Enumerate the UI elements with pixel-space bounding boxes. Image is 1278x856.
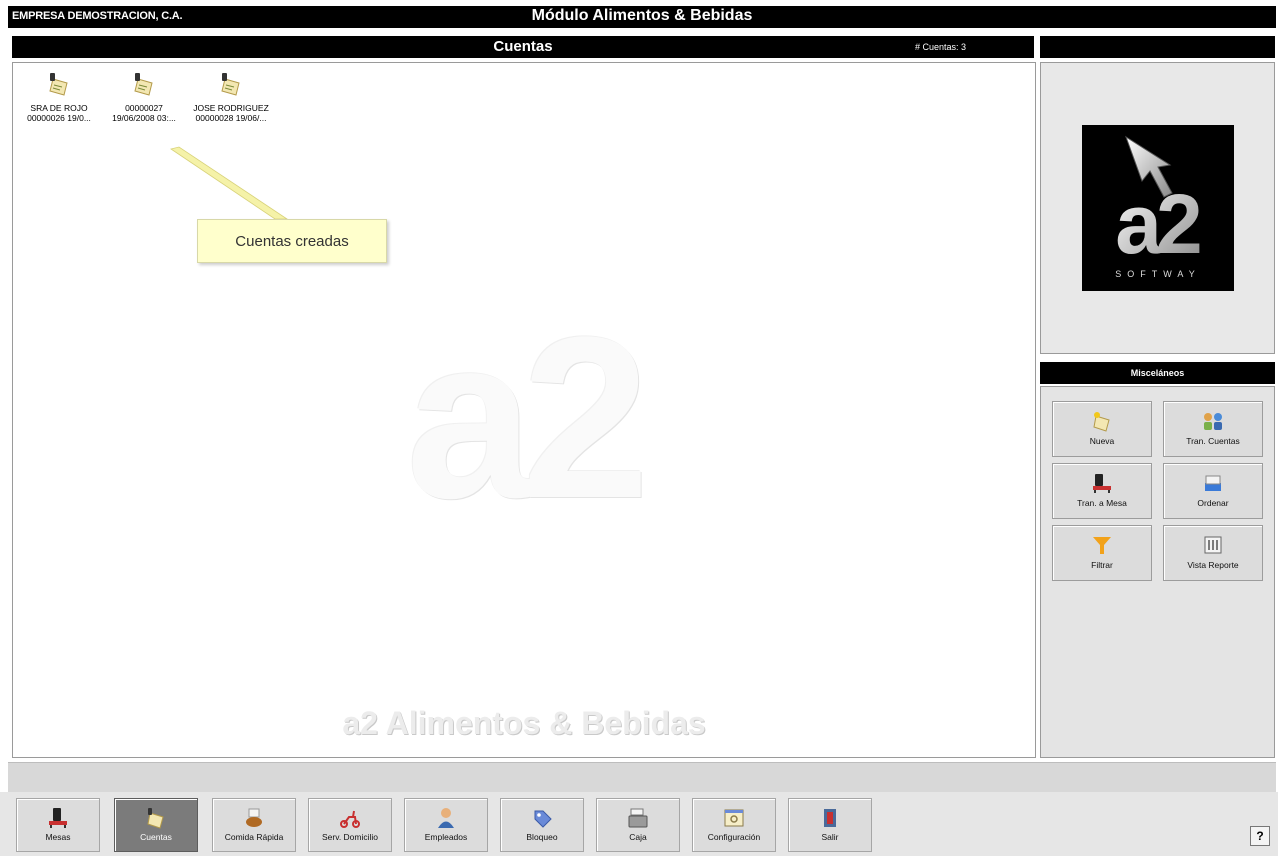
account-name: JOSE RODRIGUEZ — [193, 103, 269, 113]
toolbar-button-comida-rapida[interactable]: Comida Rápida — [212, 798, 296, 852]
toolbar-label: Cuentas — [140, 832, 172, 842]
accounts-panel: a2 a2 Alimentos & Bebidas SRA DE ROJO 00… — [12, 62, 1036, 758]
logo-brand: a2 — [1115, 177, 1200, 271]
transfer-table-icon — [1093, 474, 1111, 493]
sort-icon — [1205, 475, 1221, 491]
account-detail: 00000026 19/0... — [27, 113, 91, 123]
account-icon — [221, 73, 240, 96]
logo-graphic: a2 SOFTWAY — [1115, 135, 1206, 279]
account-icon — [49, 73, 68, 96]
cash-register-icon — [628, 808, 648, 828]
account-name: SRA DE ROJO — [30, 103, 88, 113]
transfer-table-label: Tran. a Mesa — [1077, 498, 1127, 508]
toolbar-button-configuracion[interactable]: Configuración — [692, 798, 776, 852]
toolbar-button-caja[interactable]: Caja — [596, 798, 680, 852]
lock-tag-icon — [534, 810, 552, 828]
toolbar-button-bloqueo[interactable]: Bloqueo — [500, 798, 584, 852]
module-title: Módulo Alimentos & Bebidas — [531, 7, 753, 24]
section-title: Cuentas — [493, 38, 553, 55]
toolbar-label: Empleados — [424, 832, 468, 842]
account-item[interactable]: JOSE RODRIGUEZ 00000028 19/06/... — [191, 71, 271, 123]
accounts-count: # Cuentas: 3 — [914, 42, 966, 52]
status-strip — [8, 762, 1276, 792]
fast-food-icon — [246, 808, 262, 827]
toolbar-button-cuentas[interactable]: Cuentas — [114, 798, 198, 852]
account-detail: 19/06/2008 03:... — [112, 113, 176, 123]
accounts-header: Cuentas # Cuentas: 3 — [12, 36, 1034, 58]
watermark-logo: a2 — [406, 289, 650, 546]
help-button[interactable]: ? — [1250, 826, 1270, 846]
watermark-product-name: a2 Alimentos & Bebidas — [342, 705, 706, 741]
new-account-icon — [1093, 412, 1110, 432]
transfer-accounts-icon — [1204, 413, 1222, 430]
account-detail: 00000028 19/06/... — [195, 113, 267, 123]
settings-icon — [724, 809, 744, 827]
toolbar-button-empleados[interactable]: Empleados — [404, 798, 488, 852]
logo-tagline: SOFTWAY — [1115, 269, 1201, 279]
filter-icon — [1093, 537, 1111, 554]
sort-button[interactable]: Ordenar — [1163, 463, 1263, 519]
employees-icon — [438, 808, 454, 828]
toolbar-button-mesas[interactable]: Mesas — [16, 798, 100, 852]
account-item[interactable]: 00000027 19/06/2008 03:... — [104, 71, 184, 123]
toolbar-label: Configuración — [707, 832, 761, 842]
toolbar-label: Caja — [629, 832, 647, 842]
toolbar-label: Mesas — [45, 832, 71, 842]
transfer-accounts-label: Tran. Cuentas — [1186, 436, 1240, 446]
title-bar: EMPRESA DEMOSTRACION, C.A. Módulo Alimen… — [8, 6, 1276, 28]
transfer-table-button[interactable]: Tran. a Mesa — [1052, 463, 1152, 519]
filter-label: Filtrar — [1091, 560, 1113, 570]
report-view-icon — [1204, 536, 1222, 554]
account-item[interactable]: SRA DE ROJO 00000026 19/0... — [19, 71, 99, 123]
callout-text: Cuentas creadas — [235, 233, 349, 250]
report-view-button[interactable]: Vista Reporte — [1163, 525, 1263, 581]
account-name: 00000027 — [125, 103, 163, 113]
bottom-toolbar: Mesas Cuentas Comida Rápida Serv. Domici… — [0, 792, 1278, 856]
misc-header: Misceláneos — [1040, 362, 1275, 384]
misc-panel: Nueva Tran. Cuentas Tran. a Mesa Ordenar — [1040, 386, 1275, 758]
exit-door-icon — [824, 809, 836, 827]
account-icon — [134, 73, 153, 96]
tables-icon — [49, 808, 67, 828]
right-header-bar — [1040, 36, 1275, 58]
toolbar-button-salir[interactable]: Salir — [788, 798, 872, 852]
toolbar-label: Comida Rápida — [224, 832, 284, 842]
app-window: EMPRESA DEMOSTRACION, C.A. Módulo Alimen… — [0, 0, 1278, 856]
report-view-label: Vista Reporte — [1187, 560, 1239, 570]
new-account-label: Nueva — [1089, 436, 1115, 446]
callout-note: Cuentas creadas — [197, 219, 387, 263]
toolbar-label: Serv. Domicilio — [321, 832, 379, 842]
toolbar-label: Bloqueo — [526, 832, 558, 842]
filter-button[interactable]: Filtrar — [1052, 525, 1152, 581]
logo-panel: a2 SOFTWAY — [1040, 62, 1275, 354]
delivery-icon — [340, 810, 360, 828]
toolbar-button-serv-domicilio[interactable]: Serv. Domicilio — [308, 798, 392, 852]
new-account-button[interactable]: Nueva — [1052, 401, 1152, 457]
sort-label: Ordenar — [1197, 498, 1229, 508]
a2-softway-logo: a2 SOFTWAY — [1082, 125, 1234, 291]
transfer-accounts-button[interactable]: Tran. Cuentas — [1163, 401, 1263, 457]
toolbar-label: Salir — [821, 832, 839, 842]
accounts-icon — [147, 808, 164, 829]
